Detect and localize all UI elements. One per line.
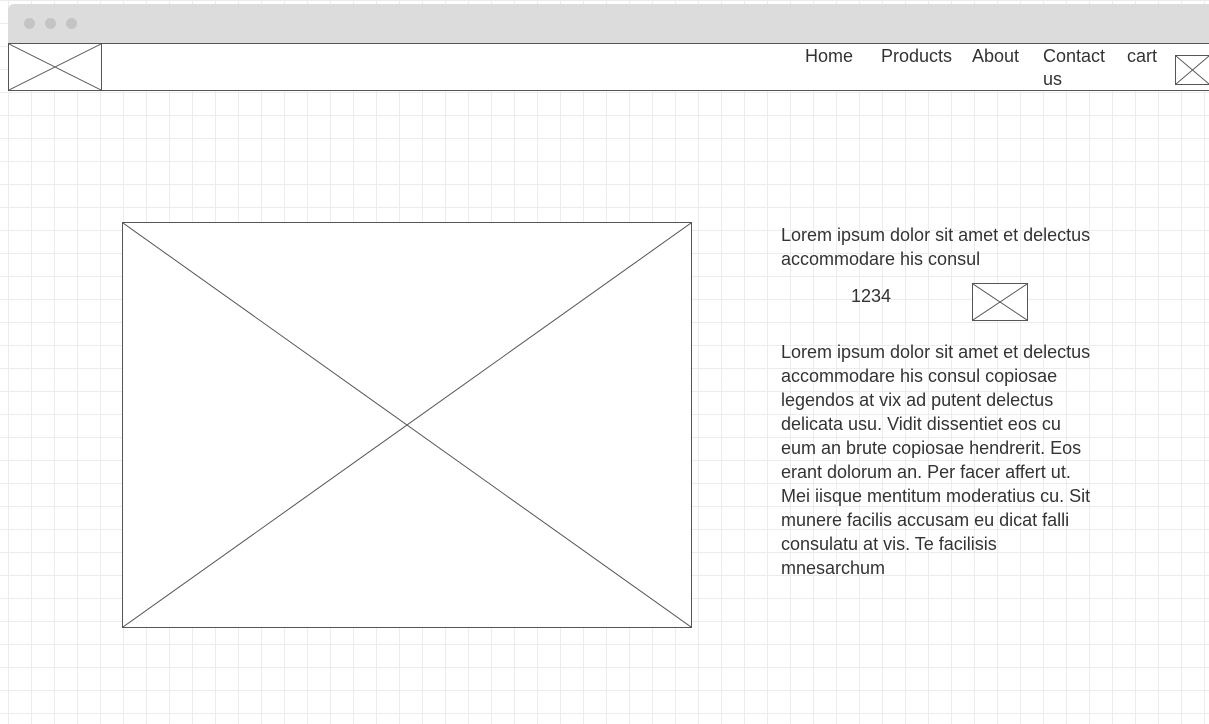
add-to-cart-image-placeholder-icon[interactable] [972,283,1028,321]
nav-contact-link[interactable]: Contact us [1043,45,1123,91]
product-description: Lorem ipsum dolor sit amet et delectus a… [781,342,1091,578]
nav-cart-link[interactable]: cart [1127,45,1157,68]
nav-products-link[interactable]: Products [881,45,952,68]
window-titlebar [8,4,1209,44]
cart-image-placeholder-icon[interactable] [1175,55,1209,85]
product-image-placeholder-icon [122,222,692,628]
nav-home-link[interactable]: Home [805,45,853,68]
window-close-dot[interactable] [24,18,35,29]
browser-window: Home Products About Contact us cart Lore… [0,0,1209,724]
nav-about-link[interactable]: About [972,45,1019,68]
product-price: 1234 [851,286,892,306]
window-maximize-dot[interactable] [66,18,77,29]
product-summary: Lorem ipsum dolor sit amet et delectus a… [781,225,1091,269]
window-minimize-dot[interactable] [45,18,56,29]
site-header: Home Products About Contact us cart [8,43,1209,91]
logo-image-placeholder-icon[interactable] [8,43,102,91]
